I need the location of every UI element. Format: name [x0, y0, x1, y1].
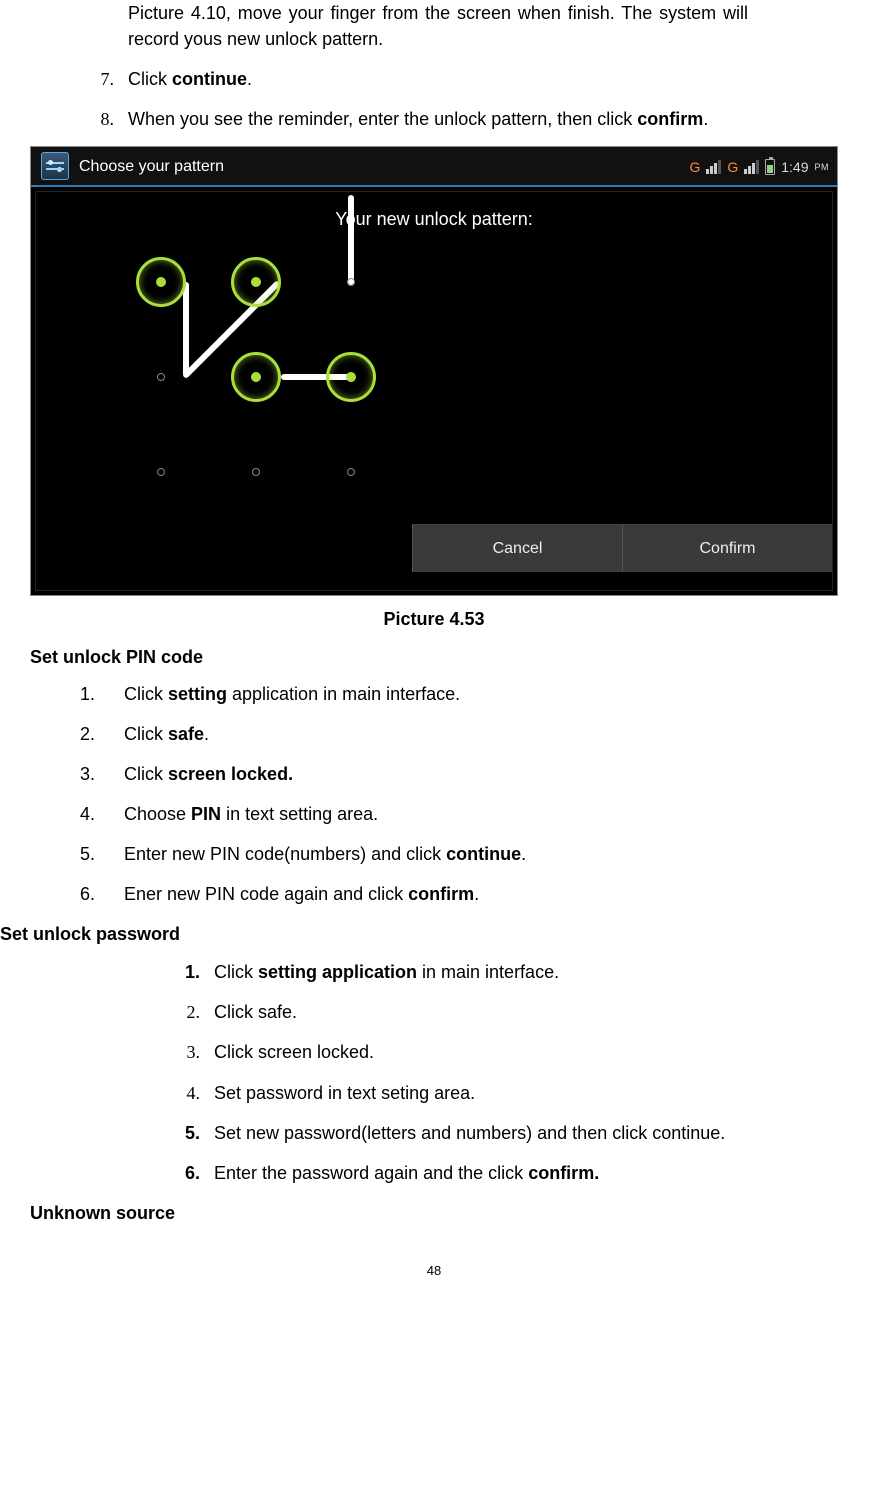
- pin-step-2-pre: Click: [124, 724, 168, 744]
- pwd-step-2-text: Click safe.: [214, 999, 748, 1025]
- cancel-button[interactable]: Cancel: [412, 525, 622, 572]
- pin-step-4-num: 4.: [80, 801, 124, 827]
- pwd-step-6-bold: confirm.: [528, 1163, 599, 1183]
- pin-step-6-post: .: [474, 884, 479, 904]
- figure-title: Choose your pattern: [79, 155, 224, 178]
- figure-heading: Your new unlock pattern:: [36, 206, 832, 232]
- pattern-dot-6[interactable]: [326, 352, 376, 402]
- pwd-heading: Set unlock password: [0, 921, 868, 947]
- status-pm: PM: [815, 161, 830, 174]
- figure-body: Your new unlock pattern: Cancel Confirm: [35, 191, 833, 591]
- step-7-bold: continue: [172, 69, 247, 89]
- signal-bars-icon: [706, 160, 721, 174]
- step-7-pre: Click: [128, 69, 172, 89]
- pwd-step-3: 3. Click screen locked.: [176, 1039, 748, 1065]
- pin-step-6: 6. Ener new PIN code again and click con…: [80, 881, 748, 907]
- pin-step-6-num: 6.: [80, 881, 124, 907]
- pwd-step-6: 6. Enter the password again and the clic…: [176, 1160, 748, 1186]
- confirm-button[interactable]: Confirm: [622, 525, 832, 572]
- pin-step-3: 3. Click screen locked.: [80, 761, 748, 787]
- pin-step-6-bold: confirm: [408, 884, 474, 904]
- pin-step-5: 5. Enter new PIN code(numbers) and click…: [80, 841, 748, 867]
- pwd-step-2-num: 2.: [176, 999, 214, 1025]
- pattern-dot-5[interactable]: [231, 352, 281, 402]
- pin-step-4: 4. Choose PIN in text setting area.: [80, 801, 748, 827]
- network-g-1: G: [689, 157, 700, 177]
- pwd-step-1-post: in main interface.: [417, 962, 559, 982]
- pin-step-3-num: 3.: [80, 761, 124, 787]
- pin-step-4-bold: PIN: [191, 804, 221, 824]
- pwd-step-1-bold: setting application: [258, 962, 417, 982]
- pwd-step-5-text: Set new password(letters and numbers) an…: [214, 1120, 748, 1146]
- figure-status-bar: G G 1:49 PM: [667, 147, 837, 187]
- battery-icon: [765, 159, 775, 175]
- step-8-num: 8.: [90, 106, 128, 132]
- pattern-dot-1[interactable]: [136, 257, 186, 307]
- pwd-step-6-num: 6.: [176, 1160, 214, 1186]
- pattern-dot-9[interactable]: [326, 447, 376, 497]
- pwd-step-4-text: Set password in text seting area.: [214, 1080, 748, 1106]
- step-8-bold: confirm: [637, 109, 703, 129]
- settings-sliders-icon: [41, 152, 69, 180]
- network-g-2: G: [727, 157, 738, 177]
- pin-step-4-post: in text setting area.: [221, 804, 378, 824]
- pin-step-5-bold: continue: [446, 844, 521, 864]
- pin-step-2-num: 2.: [80, 721, 124, 747]
- pin-step-5-pre: Enter new PIN code(numbers) and click: [124, 844, 446, 864]
- pattern-grid[interactable]: [136, 257, 376, 497]
- pin-step-3-pre: Click: [124, 764, 168, 784]
- pattern-dot-8[interactable]: [231, 447, 281, 497]
- pin-step-4-pre: Choose: [124, 804, 191, 824]
- pwd-step-6-pre: Enter the password again and the click: [214, 1163, 528, 1183]
- pin-step-3-bold: screen locked.: [168, 764, 293, 784]
- pwd-step-2: 2. Click safe.: [176, 999, 748, 1025]
- figure-screenshot: Choose your pattern G G 1:49 PM Your new…: [30, 146, 838, 596]
- step-7-post: .: [247, 69, 252, 89]
- pin-step-1: 1. Click setting application in main int…: [80, 681, 748, 707]
- pwd-step-3-text: Click screen locked.: [214, 1039, 748, 1065]
- pin-heading: Set unlock PIN code: [30, 644, 868, 670]
- pin-step-1-num: 1.: [80, 681, 124, 707]
- pwd-step-3-num: 3.: [176, 1039, 214, 1065]
- pin-step-2: 2. Click safe.: [80, 721, 748, 747]
- pin-step-1-pre: Click: [124, 684, 168, 704]
- step-8-post: .: [703, 109, 708, 129]
- page-number: 48: [0, 1262, 868, 1281]
- status-time: 1:49: [781, 157, 808, 177]
- wifi-icon: [667, 160, 683, 174]
- step-8-pre: When you see the reminder, enter the unl…: [128, 109, 637, 129]
- pin-step-2-post: .: [204, 724, 209, 744]
- pwd-step-1: 1. Click setting application in main int…: [176, 959, 748, 985]
- figure-caption: Picture 4.53: [0, 606, 868, 632]
- pwd-step-5: 5. Set new password(letters and numbers)…: [176, 1120, 748, 1146]
- pattern-dot-3[interactable]: [326, 257, 376, 307]
- pwd-step-4: 4. Set password in text seting area.: [176, 1080, 748, 1106]
- pattern-dot-2[interactable]: [231, 257, 281, 307]
- step-7: 7. Click continue.: [90, 66, 748, 92]
- pin-step-5-post: .: [521, 844, 526, 864]
- step-8: 8. When you see the reminder, enter the …: [90, 106, 748, 132]
- step-7-num: 7.: [90, 66, 128, 92]
- pin-step-2-bold: safe: [168, 724, 204, 744]
- pin-step-6-pre: Ener new PIN code again and click: [124, 884, 408, 904]
- pwd-step-5-num: 5.: [176, 1120, 214, 1146]
- pwd-step-1-num: 1.: [176, 959, 214, 985]
- unknown-source-heading: Unknown source: [30, 1200, 868, 1226]
- pattern-dot-7[interactable]: [136, 447, 186, 497]
- signal-bars-icon-2: [744, 160, 759, 174]
- paragraph-intro: Picture 4.10, move your finger from the …: [128, 0, 748, 52]
- pin-step-1-post: application in main interface.: [227, 684, 460, 704]
- pin-step-1-bold: setting: [168, 684, 227, 704]
- pwd-step-1-pre: Click: [214, 962, 258, 982]
- pwd-step-4-num: 4.: [176, 1080, 214, 1106]
- pattern-dot-4[interactable]: [136, 352, 186, 402]
- pin-step-5-num: 5.: [80, 841, 124, 867]
